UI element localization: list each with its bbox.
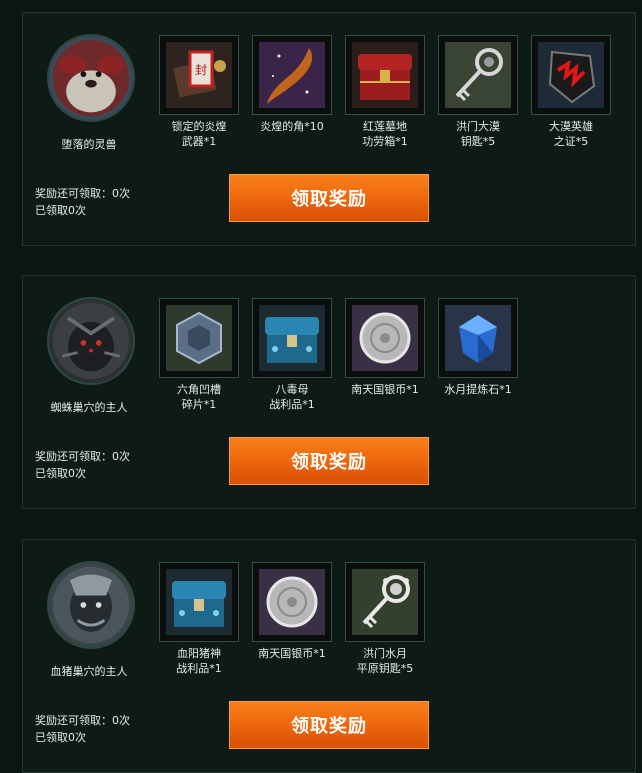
reward-item[interactable]: 红莲墓地 功劳箱*1 xyxy=(345,35,425,149)
boss-name: 血猪巢穴的主人 xyxy=(50,665,128,678)
key-icon xyxy=(445,42,511,108)
reward-item-label: 南天国银币*1 xyxy=(258,647,326,660)
claim-reward-button[interactable]: 领取奖励 xyxy=(229,437,429,485)
reward-item[interactable]: 南天国银币*1 xyxy=(252,562,332,661)
boss-avatar xyxy=(47,561,135,649)
boss-name: 堕落的灵兽 xyxy=(61,138,117,151)
reward-item[interactable]: 水月提炼石*1 xyxy=(438,298,518,397)
reward-item-label: 洪门水月 平原钥匙*5 xyxy=(356,647,414,675)
reward-item-label: 洪门大漠 钥匙*5 xyxy=(456,120,500,148)
boss-name: 蜘蛛巢穴的主人 xyxy=(50,401,128,414)
remaining-count: 奖励还可领取：0次 xyxy=(35,714,130,727)
claim-stats: 奖励还可领取：0次 已领取0次 xyxy=(35,448,130,482)
remaining-count: 奖励还可领取：0次 xyxy=(35,450,130,463)
locked-weapon-box-icon: 封 xyxy=(166,42,232,108)
red-chest-icon xyxy=(352,42,418,108)
boss-avatar xyxy=(47,297,135,385)
reward-item[interactable]: 六角凹槽 碎片*1 xyxy=(159,298,239,412)
beast-portrait-icon xyxy=(49,36,133,120)
blue-chest-icon xyxy=(259,305,325,371)
reward-item[interactable]: 南天国银币*1 xyxy=(345,298,425,397)
boss-reward-panel: 蜘蛛巢穴的主人 六角凹槽 碎片*1 八毒母 战利品*1 南天国银币*1 水月提炼… xyxy=(22,275,636,509)
claim-stats: 奖励还可领取：0次 已领取0次 xyxy=(35,185,130,219)
reward-item[interactable]: 封 锁定的炎煌 武器*1 xyxy=(159,35,239,149)
reward-item[interactable]: 大漠英雄 之证*5 xyxy=(531,35,611,149)
reward-item-label: 炎煌的角*10 xyxy=(260,120,324,133)
blood-boar-lord-portrait-icon xyxy=(49,563,133,647)
reward-item-label: 南天国银币*1 xyxy=(351,383,419,396)
blue-chest-icon xyxy=(166,569,232,635)
boss-reward-panel: 血猪巢穴的主人 血阳猪神 战利品*1 南天国银币*1 洪门水月 平原钥匙*5 奖… xyxy=(22,539,636,773)
ornate-key-icon xyxy=(352,569,418,635)
claim-reward-button[interactable]: 领取奖励 xyxy=(229,701,429,749)
boss-reward-panel: 堕落的灵兽 封 锁定的炎煌 武器*1 炎煌的角*10 红莲墓地 功劳箱*1 洪门… xyxy=(22,12,636,246)
reward-item-label: 血阳猪神 战利品*1 xyxy=(176,647,222,675)
reward-item[interactable]: 八毒母 战利品*1 xyxy=(252,298,332,412)
hexagon-fragment-icon xyxy=(166,305,232,371)
claimed-count: 已领取0次 xyxy=(35,204,86,217)
remaining-count: 奖励还可领取：0次 xyxy=(35,187,130,200)
reward-item-label: 六角凹槽 碎片*1 xyxy=(177,383,221,411)
blue-gem-icon xyxy=(445,305,511,371)
reward-item-label: 八毒母 战利品*1 xyxy=(269,383,315,411)
spider-lord-portrait-icon xyxy=(49,299,133,383)
reward-item[interactable]: 洪门水月 平原钥匙*5 xyxy=(345,562,425,676)
claim-reward-button[interactable]: 领取奖励 xyxy=(229,174,429,222)
claimed-count: 已领取0次 xyxy=(35,467,86,480)
silver-coin-icon xyxy=(352,305,418,371)
reward-item[interactable]: 血阳猪神 战利品*1 xyxy=(159,562,239,676)
horn-icon xyxy=(259,42,325,108)
reward-item-label: 水月提炼石*1 xyxy=(444,383,512,396)
reward-item[interactable]: 洪门大漠 钥匙*5 xyxy=(438,35,518,149)
svg-text:封: 封 xyxy=(195,63,207,77)
reward-item-label: 大漠英雄 之证*5 xyxy=(549,120,593,148)
reward-item-label: 红莲墓地 功劳箱*1 xyxy=(362,120,408,148)
claimed-count: 已领取0次 xyxy=(35,731,86,744)
boss-avatar xyxy=(47,34,135,122)
reward-item-label: 锁定的炎煌 武器*1 xyxy=(171,120,227,148)
claim-stats: 奖励还可领取：0次 已领取0次 xyxy=(35,712,130,746)
reward-item[interactable]: 炎煌的角*10 xyxy=(252,35,332,134)
silver-coin-icon xyxy=(259,569,325,635)
hero-emblem-icon xyxy=(538,42,604,108)
